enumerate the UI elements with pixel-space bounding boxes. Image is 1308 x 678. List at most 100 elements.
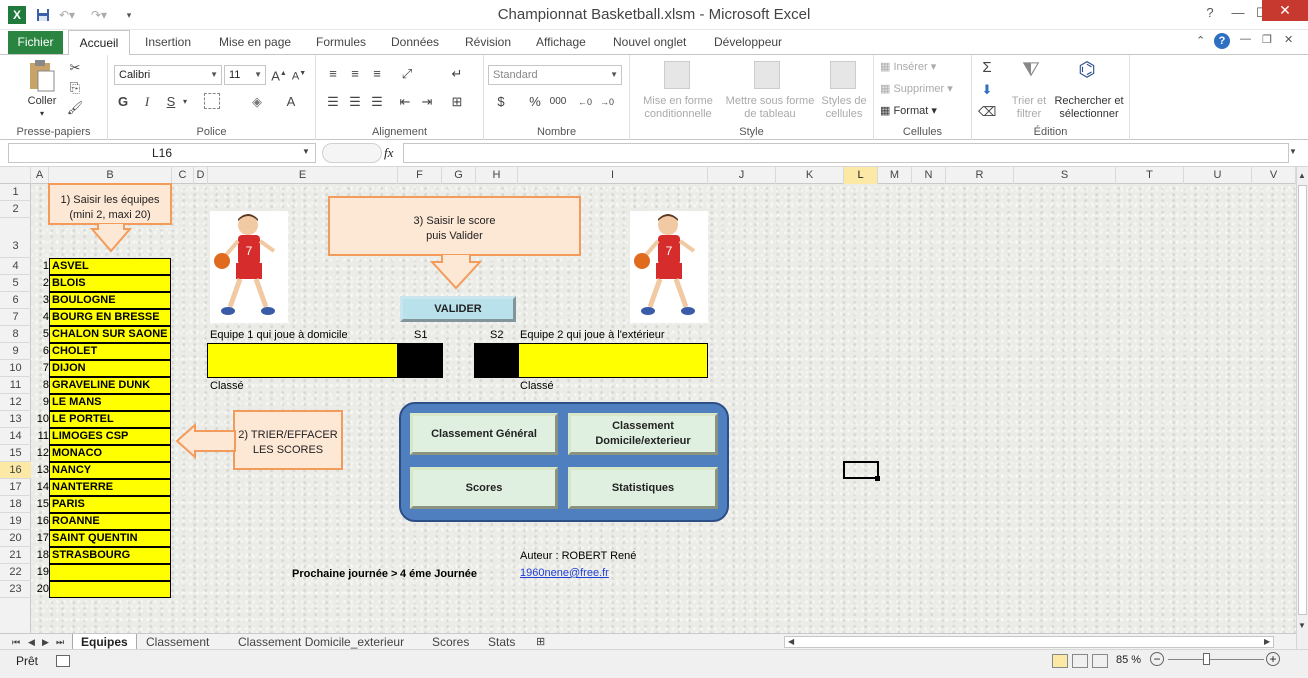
format-painter-icon[interactable]: 🖌 [66, 99, 84, 117]
zoom-in-icon[interactable]: + [1266, 652, 1280, 666]
team-name-cell[interactable]: SAINT QUENTIN [49, 530, 171, 547]
row-header[interactable]: 5 [0, 275, 31, 292]
borders-icon[interactable] [204, 93, 220, 109]
sheet-tab-scores[interactable]: Scores [432, 634, 469, 650]
cut-icon[interactable]: ✂ [66, 59, 84, 77]
macro-record-icon[interactable] [56, 655, 70, 667]
tab-donnees[interactable]: Données [391, 30, 439, 54]
col-header-g[interactable]: G [442, 167, 476, 184]
col-header-u[interactable]: U [1184, 167, 1252, 184]
sheet-tab-stats[interactable]: Stats [488, 634, 515, 650]
team-name-cell[interactable]: STRASBOURG [49, 547, 171, 564]
col-header-r[interactable]: R [946, 167, 1014, 184]
team-name-cell[interactable]: BOURG EN BRESSE [49, 309, 171, 326]
team-name-cell[interactable] [49, 564, 171, 581]
row-header[interactable]: 13 [0, 411, 31, 428]
increase-decimal-icon[interactable]: ←0 [576, 93, 594, 111]
scroll-left-icon[interactable]: ◀ [788, 634, 794, 650]
col-header-v[interactable]: V [1252, 167, 1296, 184]
col-header-c[interactable]: C [172, 167, 194, 184]
team-name-cell[interactable]: NANCY [49, 462, 171, 479]
italic-button[interactable]: I [138, 93, 156, 111]
team-name-cell[interactable]: NANTERRE [49, 479, 171, 496]
merge-center-icon[interactable]: ⊞ [448, 93, 466, 111]
row-header[interactable]: 14 [0, 428, 31, 445]
row-header[interactable]: 12 [0, 394, 31, 411]
cell-styles-button[interactable]: Styles de cellules [818, 95, 870, 121]
valider-button[interactable]: VALIDER [400, 296, 516, 322]
wrap-text-icon[interactable]: ↵ [448, 65, 466, 83]
statistiques-button[interactable]: Statistiques [568, 467, 718, 509]
tab-formules[interactable]: Formules [316, 30, 366, 54]
sort-filter-icon[interactable]: ⧨ [1018, 60, 1044, 89]
workbook-close-icon[interactable]: ✕ [1284, 33, 1293, 46]
col-header-k[interactable]: K [776, 167, 844, 184]
name-box-dropdown-icon[interactable]: ▼ [302, 147, 310, 156]
score2-input-cell[interactable] [474, 343, 518, 378]
last-sheet-icon[interactable]: ⏭ [56, 634, 64, 650]
help-question-icon[interactable]: ? [1198, 4, 1222, 22]
sheet-tab-classement[interactable]: Classement [146, 634, 209, 650]
team-name-cell[interactable]: BOULOGNE [49, 292, 171, 309]
normal-view-icon[interactable] [1052, 654, 1068, 668]
row-header[interactable]: 11 [0, 377, 31, 394]
conditional-format-icon[interactable] [664, 61, 690, 89]
tab-revision[interactable]: Révision [465, 30, 511, 54]
row-header[interactable]: 20 [0, 530, 31, 547]
orientation-icon[interactable]: ⤢ [398, 65, 416, 83]
page-break-view-icon[interactable] [1092, 654, 1108, 668]
classement-general-button[interactable]: Classement Général [410, 413, 558, 455]
align-right-icon[interactable]: ☰ [368, 93, 386, 111]
collapse-ribbon-icon[interactable]: ⌃ [1196, 34, 1205, 47]
format-button[interactable]: ▦ Format ▾ [880, 104, 937, 117]
col-header-j[interactable]: J [708, 167, 776, 184]
team1-input-cell[interactable] [207, 343, 398, 378]
row-header[interactable]: 3 [0, 218, 31, 258]
worksheet-grid[interactable]: A B C D E F G H I J K L M N R S T U V 1 … [0, 167, 1296, 633]
font-color-icon[interactable]: A [282, 93, 300, 111]
team-name-cell[interactable]: GRAVELINE DUNK [49, 377, 171, 394]
paste-button[interactable]: Coller [22, 95, 62, 107]
copy-icon[interactable]: ⎘ [66, 79, 84, 97]
row-header[interactable]: 15 [0, 445, 31, 462]
conditional-format-button[interactable]: Mise en forme conditionnelle [632, 95, 724, 121]
col-header-d[interactable]: D [194, 167, 208, 184]
fill-handle[interactable] [875, 476, 880, 481]
team-name-cell[interactable] [49, 581, 171, 598]
align-bottom-icon[interactable]: ≡ [368, 65, 386, 83]
sheet-tab-classement-domicile-exterieur[interactable]: Classement Domicile_exterieur [238, 634, 404, 650]
row-header[interactable]: 21 [0, 547, 31, 564]
thousands-button[interactable]: 000 [546, 93, 570, 111]
number-format-combo[interactable]: Standard ▼ [488, 65, 622, 85]
zoom-out-icon[interactable]: − [1150, 652, 1164, 666]
close-window-button[interactable]: ✕ [1262, 0, 1308, 21]
active-cell-cursor[interactable] [843, 461, 879, 479]
row-header[interactable]: 19 [0, 513, 31, 530]
col-header-b[interactable]: B [49, 167, 172, 184]
insert-button[interactable]: ▦ Insérer ▾ [880, 60, 936, 73]
help-icon[interactable]: ? [1214, 33, 1230, 49]
delete-button[interactable]: ▦ Supprimer ▾ [880, 82, 953, 95]
tab-insertion[interactable]: Insertion [145, 30, 191, 54]
team-name-cell[interactable]: DIJON [49, 360, 171, 377]
col-header-t[interactable]: T [1116, 167, 1184, 184]
row-header[interactable]: 7 [0, 309, 31, 326]
font-size-combo[interactable]: 11 ▼ [224, 65, 266, 85]
team-name-cell[interactable]: PARIS [49, 496, 171, 513]
tab-developpeur[interactable]: Développeur [714, 30, 782, 54]
scroll-down-icon[interactable]: ▼ [1298, 621, 1306, 630]
team-name-cell[interactable]: CHALON SUR SAONE [49, 326, 171, 343]
team-name-cell[interactable]: LE MANS [49, 394, 171, 411]
paste-icon[interactable] [28, 59, 56, 93]
underline-dropdown-icon[interactable]: ▾ [176, 93, 194, 111]
formula-input[interactable] [403, 143, 1289, 163]
score1-input-cell[interactable] [398, 343, 443, 378]
page-layout-view-icon[interactable] [1072, 654, 1088, 668]
row-header[interactable]: 10 [0, 360, 31, 377]
next-sheet-icon[interactable]: ▶ [42, 634, 49, 650]
insert-function-button[interactable]: fx [384, 145, 393, 161]
sort-filter-button[interactable]: Trier et filtrer [1008, 95, 1050, 121]
scores-button[interactable]: Scores [410, 467, 558, 509]
scroll-right-icon[interactable]: ▶ [1264, 634, 1270, 650]
format-as-table-icon[interactable] [754, 61, 780, 89]
